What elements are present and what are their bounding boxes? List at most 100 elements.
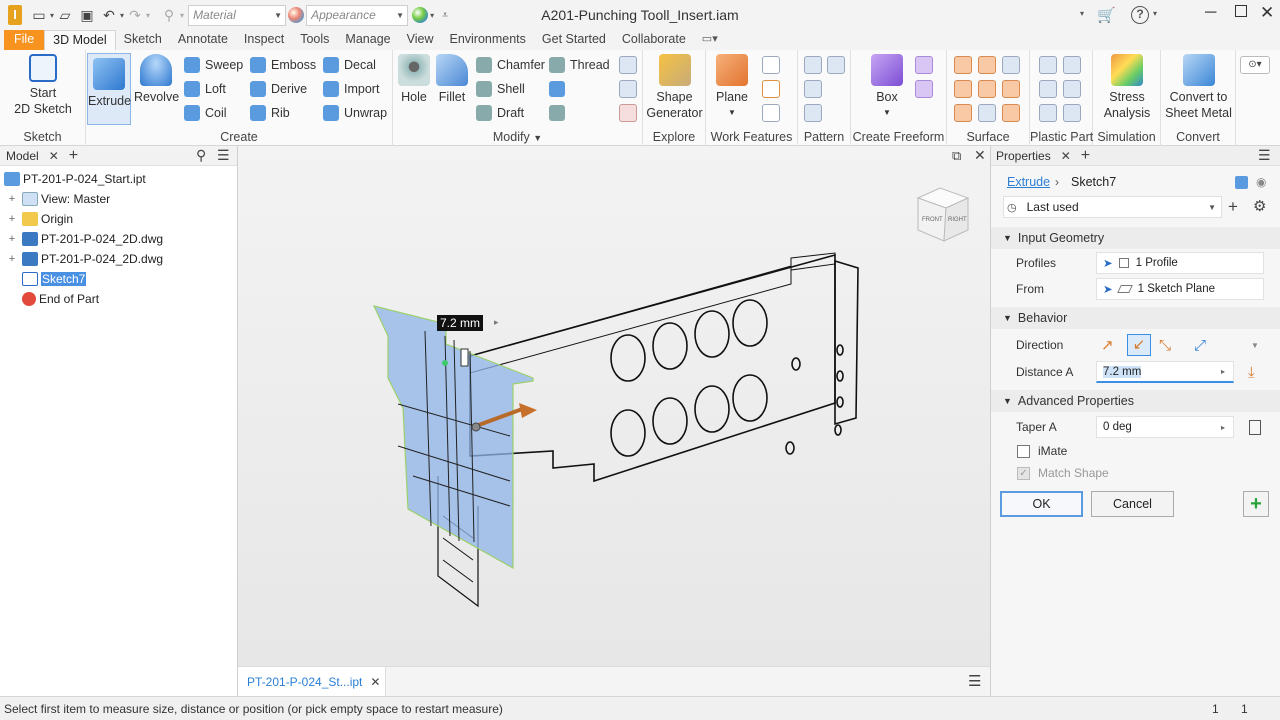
- decal-button[interactable]: Decal: [323, 55, 376, 75]
- measure-icon[interactable]: ⚲: [158, 4, 180, 26]
- ok-button[interactable]: OK: [1000, 491, 1083, 517]
- ucs-icon[interactable]: [762, 104, 780, 122]
- tab-annotate[interactable]: Annotate: [170, 30, 236, 50]
- rest-icon[interactable]: [1039, 80, 1057, 98]
- grill-icon[interactable]: [1039, 56, 1057, 74]
- dimension-label[interactable]: 7.2 mm: [437, 315, 484, 331]
- revolve-button[interactable]: Revolve: [134, 54, 179, 105]
- document-tab[interactable]: PT-201-P-024_St...ipt ✕: [238, 667, 386, 696]
- document-tabs-menu-icon[interactable]: ☰: [968, 672, 981, 690]
- hole-button[interactable]: Hole: [396, 54, 432, 105]
- tree-item-part[interactable]: PT-201-P-024_Start.ipt: [2, 169, 146, 189]
- properties-add-icon[interactable]: +: [1081, 147, 1090, 165]
- customize-icon[interactable]: ⩡: [434, 4, 456, 26]
- point-icon[interactable]: [762, 80, 780, 98]
- browser-close-icon[interactable]: ✕: [49, 149, 59, 163]
- repair-icon[interactable]: [978, 104, 996, 122]
- sculpt-icon[interactable]: [1002, 56, 1020, 74]
- convert-sheet-metal-button[interactable]: Convert to Sheet Metal: [1162, 54, 1235, 121]
- graphics-viewport[interactable]: ⧉ ✕ FRONT RIGHT 7.2 mm ▸: [238, 146, 990, 696]
- extend-icon[interactable]: [1002, 80, 1020, 98]
- help-dropdown-arrow-icon[interactable]: ▾: [1080, 9, 1084, 18]
- direction-dropdown-icon[interactable]: ▼: [1251, 341, 1259, 350]
- tree-expander[interactable]: +: [6, 213, 18, 225]
- shell-button[interactable]: Shell: [476, 79, 525, 99]
- app-logo-icon[interactable]: I: [8, 5, 22, 25]
- face-icon[interactable]: [915, 56, 933, 74]
- tab-inspect[interactable]: Inspect: [236, 30, 292, 50]
- rectangular-pattern-icon[interactable]: [804, 56, 822, 74]
- tab-manage[interactable]: Manage: [337, 30, 398, 50]
- apply-plus-button[interactable]: +: [1243, 491, 1269, 517]
- tree-item-end-of-part[interactable]: End of Part: [18, 289, 99, 309]
- mirror-icon[interactable]: [827, 56, 845, 74]
- match-shape-checkbox[interactable]: ✓: [1017, 466, 1030, 480]
- help-menu-arrow-icon[interactable]: ▾: [1153, 9, 1157, 18]
- tree-expander[interactable]: +: [6, 193, 18, 205]
- appearance-select[interactable]: Appearance ▼: [306, 4, 409, 26]
- plane-button[interactable]: Plane ▼: [710, 54, 754, 121]
- move-face-icon[interactable]: [619, 80, 637, 98]
- modify-group-label[interactable]: Modify ▼: [393, 130, 642, 144]
- tab-tools[interactable]: Tools: [292, 30, 337, 50]
- taper-input[interactable]: 0 deg ▸: [1096, 416, 1234, 438]
- preset-select[interactable]: ◷ Last used ▼: [1003, 196, 1222, 218]
- tab-collaborate[interactable]: Collaborate: [614, 30, 694, 50]
- fit-mesh-icon[interactable]: [1002, 104, 1020, 122]
- distance-arrow-icon[interactable]: ▸: [1221, 367, 1225, 376]
- circular-pattern-icon[interactable]: [804, 80, 822, 98]
- input-geometry-section[interactable]: ▼ Input Geometry: [991, 227, 1280, 249]
- fillet-button[interactable]: Fillet: [434, 54, 470, 105]
- combine-button[interactable]: [549, 79, 570, 99]
- ribbon-display-toggle-icon[interactable]: ▭▾: [694, 30, 726, 50]
- axis-icon[interactable]: [762, 56, 780, 74]
- maximize-icon[interactable]: [1235, 5, 1247, 17]
- snap-fit-icon[interactable]: [1063, 80, 1081, 98]
- from-selector[interactable]: ➤ 1 Sketch Plane: [1096, 278, 1264, 300]
- view-cube[interactable]: FRONT RIGHT: [916, 187, 970, 242]
- convert-freeform-icon[interactable]: [915, 80, 933, 98]
- measure-flip-icon[interactable]: ⤓: [1248, 364, 1255, 381]
- profiles-selector[interactable]: ➤ 1 Profile: [1096, 252, 1264, 274]
- distance-input[interactable]: 7.2 mm ▸: [1096, 361, 1234, 383]
- derive-button[interactable]: Derive: [250, 79, 307, 99]
- close-icon[interactable]: ✕: [1260, 3, 1274, 23]
- tab-file[interactable]: File: [4, 30, 45, 50]
- rib-button[interactable]: Rib: [250, 103, 290, 123]
- start-sketch-button[interactable]: Start 2D Sketch: [6, 54, 80, 117]
- tree-expander[interactable]: +: [6, 253, 18, 265]
- browser-add-icon[interactable]: +: [69, 147, 78, 165]
- split-icon[interactable]: [619, 56, 637, 74]
- undo-icon[interactable]: ↶: [98, 4, 120, 26]
- box-button[interactable]: Box ▼: [867, 54, 907, 121]
- thicken-button[interactable]: [549, 103, 570, 123]
- taper-flip-icon[interactable]: [1249, 419, 1261, 435]
- clear-appearance-icon[interactable]: [412, 7, 429, 23]
- shape-generator-button[interactable]: Shape Generator: [645, 54, 704, 121]
- unwrap-button[interactable]: Unwrap: [323, 103, 387, 123]
- thicken-offset-icon[interactable]: [954, 56, 972, 74]
- tree-item-sketch7[interactable]: Sketch7: [18, 269, 87, 289]
- cancel-button[interactable]: Cancel: [1091, 491, 1174, 517]
- trim-icon[interactable]: [978, 80, 996, 98]
- add-preset-icon[interactable]: +: [1228, 197, 1238, 217]
- coil-button[interactable]: Coil: [184, 103, 227, 123]
- material-select[interactable]: Material ▼: [188, 4, 287, 26]
- chamfer-button[interactable]: Chamfer: [476, 55, 545, 75]
- tab-view[interactable]: View: [399, 30, 442, 50]
- boss-icon[interactable]: [1063, 56, 1081, 74]
- tab-3d-model[interactable]: 3D Model: [44, 30, 116, 50]
- taper-arrow-icon[interactable]: ▸: [1221, 423, 1225, 432]
- tree-item-origin[interactable]: + Origin: [6, 209, 73, 229]
- loft-button[interactable]: Loft: [184, 79, 226, 99]
- open-icon[interactable]: ▱: [54, 4, 76, 26]
- imate-checkbox[interactable]: [1017, 444, 1030, 458]
- sweep-button[interactable]: Sweep: [184, 55, 243, 75]
- properties-close-icon[interactable]: ✕: [1061, 149, 1071, 163]
- redo-icon[interactable]: ↷: [124, 4, 146, 26]
- tree-item-dwg-1[interactable]: + PT-201-P-024_2D.dwg: [6, 229, 163, 249]
- rule-fillet-icon[interactable]: [1039, 104, 1057, 122]
- behavior-section[interactable]: ▼ Behavior: [991, 307, 1280, 329]
- lip-icon[interactable]: [1063, 104, 1081, 122]
- document-tab-close-icon[interactable]: ✕: [370, 675, 380, 689]
